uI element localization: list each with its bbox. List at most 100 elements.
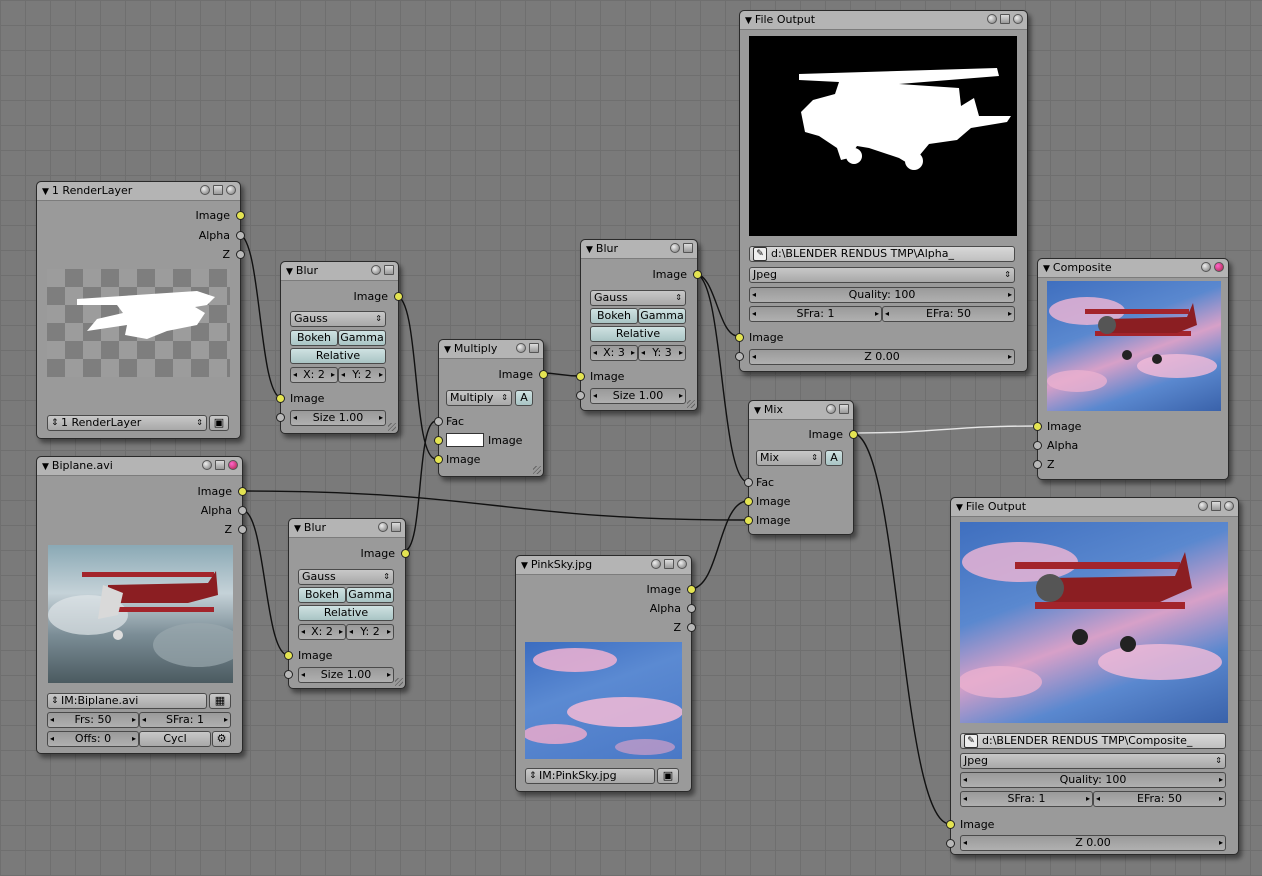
input-image-socket[interactable] <box>284 651 293 660</box>
blend-type-select[interactable]: Multiply ⇕ <box>446 390 512 406</box>
output-z-socket[interactable] <box>687 623 696 632</box>
node-options-icon[interactable] <box>529 343 539 353</box>
blur-node-1[interactable]: ▼ Blur Image Gauss ⇕ Bokeh Gamma Relative … <box>276 261 403 434</box>
file-browse-icon[interactable]: ✎ <box>964 734 978 748</box>
collapse-triangle-icon[interactable]: ▼ <box>294 524 301 534</box>
input-image-socket[interactable] <box>576 372 585 381</box>
file-format-select[interactable]: Jpeg ⇕ <box>749 267 1015 283</box>
output-image-socket[interactable] <box>394 292 403 301</box>
node-header[interactable]: ▼ Blur <box>281 262 398 281</box>
color-swatch[interactable] <box>446 433 484 447</box>
node-options-icon[interactable] <box>391 522 401 532</box>
node-options-icon[interactable] <box>839 404 849 414</box>
auto-refresh-icon-button[interactable]: ⚙ <box>212 731 231 747</box>
resize-handle[interactable] <box>533 466 541 474</box>
output-z-socket[interactable] <box>238 525 247 534</box>
biplane-image-node[interactable]: ▼ Biplane.avi Image Alpha Z ⇕ IM:Biplane.a… <box>36 456 247 754</box>
z-field[interactable]: ◂ Z 0.00 ▸ <box>749 349 1015 365</box>
movie-icon-button[interactable]: ▦ <box>209 693 231 709</box>
y-size-field[interactable]: ◂ Y: 2 ▸ <box>346 624 394 640</box>
node-active-sphere-icon[interactable] <box>228 460 238 470</box>
file-output-node-1[interactable]: ▼ File Output ✎ d:\BLENDER RENDUS TMP\Alph… <box>735 10 1028 372</box>
node-header[interactable]: ▼ Multiply <box>439 340 543 359</box>
input-image-socket[interactable] <box>735 333 744 342</box>
node-sphere-icon[interactable] <box>1013 14 1023 24</box>
alpha-toggle[interactable]: A <box>825 450 843 466</box>
node-header[interactable]: ▼ Biplane.avi <box>37 457 242 476</box>
output-image-socket[interactable] <box>238 487 247 496</box>
z-field[interactable]: ◂ Z 0.00 ▸ <box>960 835 1226 851</box>
node-sphere-icon[interactable] <box>677 559 687 569</box>
collapse-triangle-icon[interactable]: ▼ <box>286 267 293 277</box>
node-preview-toggle-icon[interactable] <box>1201 262 1211 272</box>
image-select[interactable]: ⇕ IM:PinkSky.jpg <box>525 768 655 784</box>
x-size-field[interactable]: ◂ X: 2 ▸ <box>290 367 338 383</box>
pinksky-image-node[interactable]: ▼ PinkSky.jpg Image Alpha Z ⇕ IM:PinkSky.j… <box>515 555 696 792</box>
filter-type-select[interactable]: Gauss ⇕ <box>298 569 394 585</box>
size-field[interactable]: ◂ Size 1.00 ▸ <box>298 667 394 683</box>
output-alpha-socket[interactable] <box>687 604 696 613</box>
node-header[interactable]: ▼ Mix <box>749 401 853 420</box>
node-preview-toggle-icon[interactable] <box>371 265 381 275</box>
resize-handle[interactable] <box>395 678 403 686</box>
node-options-icon[interactable] <box>683 243 693 253</box>
node-preview-toggle-icon[interactable] <box>651 559 661 569</box>
gamma-toggle[interactable]: Gamma <box>338 330 386 346</box>
blend-type-select[interactable]: Mix ⇕ <box>756 450 822 466</box>
file-format-select[interactable]: Jpeg ⇕ <box>960 753 1226 769</box>
collapse-triangle-icon[interactable]: ▼ <box>444 345 451 355</box>
input-image-socket[interactable] <box>276 394 285 403</box>
output-alpha-socket[interactable] <box>236 231 245 240</box>
node-preview-toggle-icon[interactable] <box>378 522 388 532</box>
node-options-icon[interactable] <box>384 265 394 275</box>
node-preview-toggle-icon[interactable] <box>1198 501 1208 511</box>
size-field[interactable]: ◂ Size 1.00 ▸ <box>290 410 386 426</box>
node-active-sphere-icon[interactable] <box>1214 262 1224 272</box>
resize-handle[interactable] <box>388 423 396 431</box>
file-browse-icon[interactable]: ✎ <box>753 247 767 261</box>
start-frame-field[interactable]: ◂ SFra: 1 ▸ <box>960 791 1093 807</box>
size-field[interactable]: ◂ Size 1.00 ▸ <box>590 388 686 404</box>
collapse-triangle-icon[interactable]: ▼ <box>42 187 49 197</box>
x-size-field[interactable]: ◂ X: 3 ▸ <box>590 345 638 361</box>
alpha-toggle[interactable]: A <box>515 390 533 406</box>
collapse-triangle-icon[interactable]: ▼ <box>754 406 761 416</box>
input-size-socket[interactable] <box>276 413 285 422</box>
x-size-field[interactable]: ◂ X: 2 ▸ <box>298 624 346 640</box>
input-image-socket[interactable] <box>1033 422 1042 431</box>
relative-toggle[interactable]: Relative <box>590 326 686 342</box>
collapse-triangle-icon[interactable]: ▼ <box>586 245 593 255</box>
collapse-triangle-icon[interactable]: ▼ <box>1043 264 1050 274</box>
end-frame-field[interactable]: ◂ EFra: 50 ▸ <box>882 306 1015 322</box>
input-size-socket[interactable] <box>576 391 585 400</box>
node-sphere-icon[interactable] <box>226 185 236 195</box>
quality-field[interactable]: ◂ Quality: 100 ▸ <box>749 287 1015 303</box>
blur-node-3[interactable]: ▼ Blur Image Gauss ⇕ Bokeh Gamma Relative … <box>284 518 410 689</box>
output-image-socket[interactable] <box>539 370 548 379</box>
render-layer-icon-button[interactable]: ▣ <box>209 415 229 431</box>
output-image-socket[interactable] <box>236 211 245 220</box>
filter-type-select[interactable]: Gauss ⇕ <box>290 311 386 327</box>
end-frame-field[interactable]: ◂ EFra: 50 ▸ <box>1093 791 1226 807</box>
bokeh-toggle[interactable]: Bokeh <box>590 308 638 324</box>
input-z-socket[interactable] <box>946 839 955 848</box>
multiply-node[interactable]: ▼ Multiply Image Multiply ⇕ A Fac Image Im… <box>434 339 548 477</box>
input-image1-socket[interactable] <box>744 497 753 506</box>
frames-field[interactable]: ◂ Frs: 50 ▸ <box>47 712 139 728</box>
relative-toggle[interactable]: Relative <box>290 348 386 364</box>
input-image2-socket[interactable] <box>744 516 753 525</box>
input-image1-socket[interactable] <box>434 436 443 445</box>
renderlayer-node[interactable]: ▼ 1 RenderLayer Image Alpha Z ⇕ 1 RenderLa… <box>36 181 245 439</box>
node-header[interactable]: ▼ Blur <box>289 519 405 538</box>
input-fac-socket[interactable] <box>744 478 753 487</box>
blur-node-2[interactable]: ▼ Blur Image Gauss ⇕ Bokeh Gamma Relative … <box>576 239 702 411</box>
mix-node[interactable]: ▼ Mix Image Mix ⇕ A Fac Image Image <box>744 400 858 535</box>
node-header[interactable]: ▼ File Output <box>740 11 1027 30</box>
output-alpha-socket[interactable] <box>238 506 247 515</box>
y-size-field[interactable]: ◂ Y: 2 ▸ <box>338 367 386 383</box>
output-z-socket[interactable] <box>236 250 245 259</box>
output-image-socket[interactable] <box>687 585 696 594</box>
node-header[interactable]: ▼ 1 RenderLayer <box>37 182 240 201</box>
file-output-node-2[interactable]: ▼ File Output ✎ d:\BLENDER RENDUS TMP\Comp… <box>946 497 1239 855</box>
node-preview-toggle-icon[interactable] <box>202 460 212 470</box>
